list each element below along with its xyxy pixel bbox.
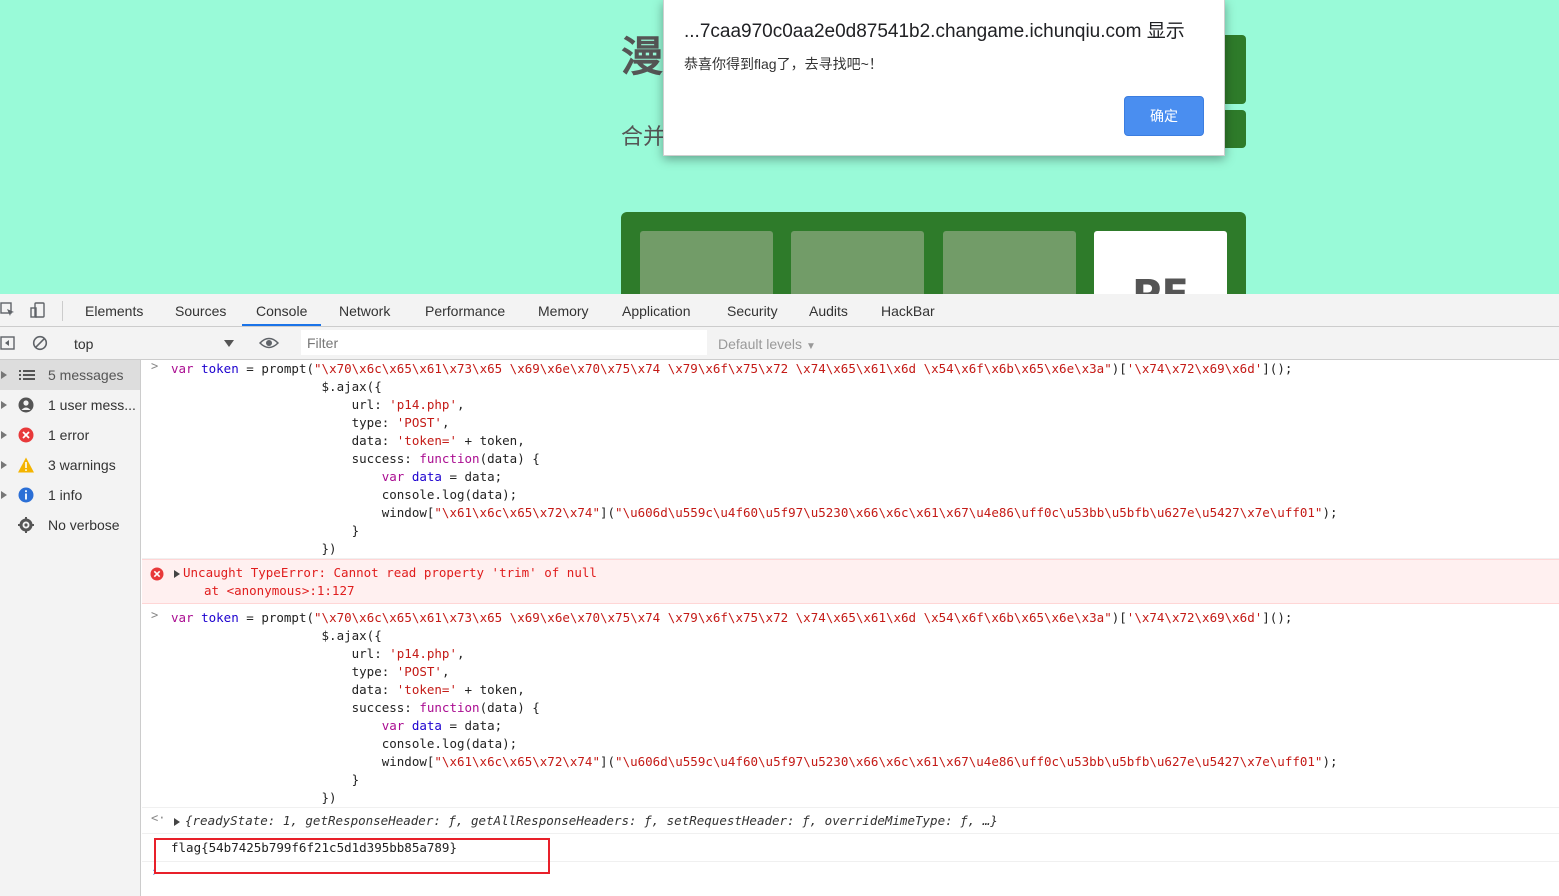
inspect-element-icon[interactable] <box>0 302 16 318</box>
devtools-panel: Elements Sources Console Network Perform… <box>0 294 1559 896</box>
sidebar-item-label: No verbose <box>48 517 120 533</box>
error-icon <box>18 427 34 443</box>
expand-arrow-icon[interactable] <box>174 818 180 826</box>
context-label: top <box>74 336 94 352</box>
tab-performance[interactable]: Performance <box>425 294 505 326</box>
console-result-message[interactable]: <· {readyState: 1, getResponseHeader: ƒ,… <box>142 808 1559 834</box>
tab-hackbar[interactable]: HackBar <box>881 294 935 326</box>
info-icon <box>18 487 34 503</box>
sidebar-item-messages[interactable]: 5 messages <box>0 360 140 390</box>
eye-icon[interactable] <box>259 335 279 351</box>
sidebar-item-info[interactable]: 1 info <box>0 480 140 510</box>
warning-icon <box>18 457 34 473</box>
game-subtitle: 合并 <box>621 125 666 150</box>
flag-highlight-box <box>154 838 550 874</box>
console-toolbar: top Default levels ▼ <box>0 327 1559 360</box>
alert-message: 恭喜你得到flag了，去寻找吧~！ <box>684 56 883 72</box>
error-location[interactable]: at <anonymous>:1:127 <box>204 582 355 600</box>
expand-arrow-icon <box>1 491 7 499</box>
expand-arrow-icon <box>1 431 7 439</box>
sidebar-toggle-icon[interactable] <box>0 335 16 351</box>
sidebar-item-warnings[interactable]: 3 warnings <box>0 450 140 480</box>
chevron-down-icon: ▼ <box>805 341 816 352</box>
filter-input[interactable] <box>301 330 707 355</box>
sidebar-item-verbose[interactable]: No verbose <box>0 510 140 540</box>
list-icon <box>19 370 35 380</box>
user-icon <box>18 397 34 413</box>
console-sidebar: 5 messages 1 user mess... 1 error 3 warn… <box>0 360 141 896</box>
tab-separator <box>62 301 63 321</box>
tab-security[interactable]: Security <box>727 294 778 326</box>
log-levels-label: Default levels <box>718 336 803 352</box>
console-error-message[interactable]: Uncaught TypeError: Cannot read property… <box>142 559 1559 604</box>
tab-sources[interactable]: Sources <box>175 294 226 326</box>
device-toolbar-icon[interactable] <box>30 302 46 318</box>
console-input-message[interactable]: > var token = prompt("\x70\x6c\x65\x61\x… <box>142 360 1559 559</box>
tab-application[interactable]: Application <box>622 294 691 326</box>
sidebar-item-label: 3 warnings <box>48 457 116 473</box>
game-title: 漫 <box>621 32 664 81</box>
tab-memory[interactable]: Memory <box>538 294 589 326</box>
tile[interactable]: PF <box>1094 231 1227 294</box>
expand-arrow-icon <box>1 461 7 469</box>
console-output: > var token = prompt("\x70\x6c\x65\x61\x… <box>142 360 1559 896</box>
context-selector[interactable]: top <box>66 327 242 359</box>
tile[interactable] <box>943 231 1076 294</box>
tile[interactable] <box>791 231 924 294</box>
error-text: Uncaught TypeError: Cannot read property… <box>183 565 597 580</box>
tab-elements[interactable]: Elements <box>85 294 143 326</box>
gear-icon <box>18 517 34 533</box>
clear-console-icon[interactable] <box>32 335 48 351</box>
tile-label: PF <box>1094 275 1227 294</box>
sidebar-item-label: 5 messages <box>48 367 124 383</box>
code-block: var token = prompt("\x70\x6c\x65\x61\x73… <box>171 610 1338 805</box>
input-chevron-icon: > <box>151 608 159 622</box>
expand-arrow-icon <box>1 371 7 379</box>
expand-arrow-icon[interactable] <box>174 570 180 578</box>
result-object-text: {readyState: 1, getResponseHeader: ƒ, ge… <box>185 813 998 828</box>
sidebar-item-label: 1 info <box>48 487 83 503</box>
chevron-down-icon <box>224 340 234 347</box>
alert-ok-button[interactable]: 确定 <box>1124 96 1204 136</box>
tab-console[interactable]: Console <box>242 294 322 326</box>
input-chevron-icon: > <box>151 360 159 373</box>
error-icon <box>150 567 164 581</box>
log-levels-dropdown[interactable]: Default levels ▼ <box>718 336 816 352</box>
tab-audits[interactable]: Audits <box>809 294 848 326</box>
expand-arrow-icon <box>1 401 7 409</box>
sidebar-item-label: 1 user mess... <box>48 397 136 413</box>
devtools-tabbar: Elements Sources Console Network Perform… <box>0 294 1559 327</box>
sidebar-item-user-messages[interactable]: 1 user mess... <box>0 390 140 420</box>
sidebar-item-label: 1 error <box>48 427 90 443</box>
tab-network[interactable]: Network <box>339 294 390 326</box>
console-input-message[interactable]: > var token = prompt("\x70\x6c\x65\x61\x… <box>142 605 1559 808</box>
game-board: PF <box>621 212 1246 294</box>
tile[interactable] <box>640 231 773 294</box>
sidebar-item-errors[interactable]: 1 error <box>0 420 140 450</box>
alert-title: ...7caa970c0aa2e0d87541b2.changame.ichun… <box>684 21 1185 42</box>
alert-dialog: ...7caa970c0aa2e0d87541b2.changame.ichun… <box>663 0 1225 156</box>
code-block: var token = prompt("\x70\x6c\x65\x61\x73… <box>171 361 1338 556</box>
result-arrow-icon: <· <box>151 811 166 825</box>
